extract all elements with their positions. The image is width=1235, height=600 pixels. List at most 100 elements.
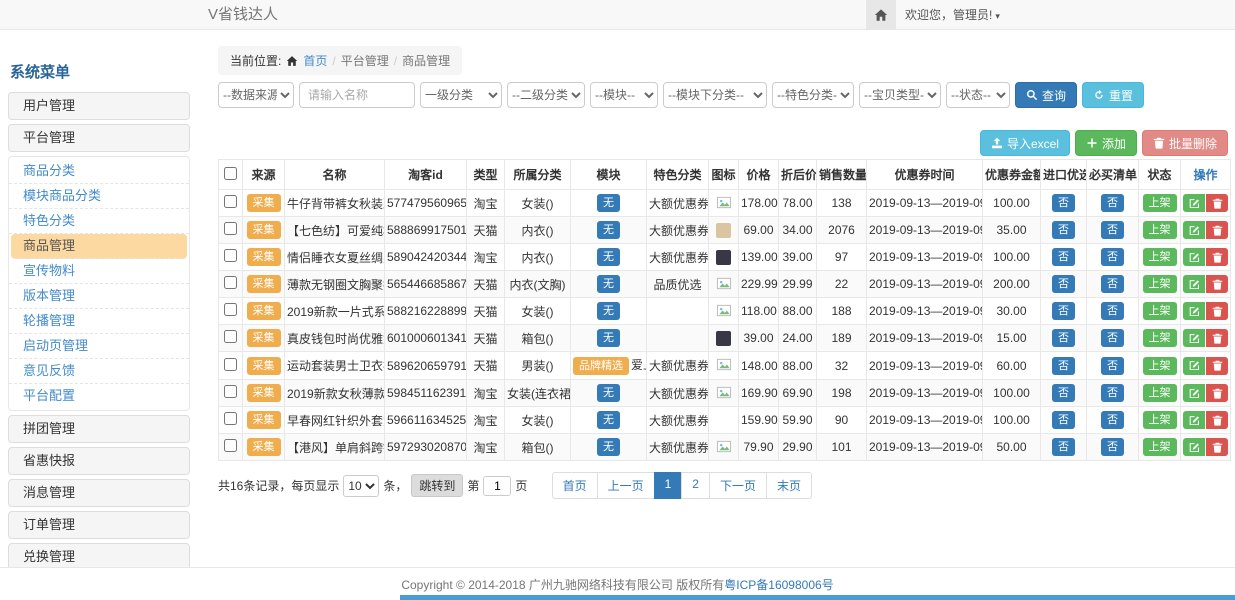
page-button[interactable]: 2 [681,472,710,499]
edit-button[interactable] [1183,302,1205,320]
status-button[interactable]: 上架 [1143,275,1177,293]
status-select[interactable]: --状态-- [946,82,1010,108]
page-button[interactable]: 上一页 [597,472,655,499]
import-toggle-badge[interactable]: 否 [1052,438,1075,456]
delete-button[interactable] [1206,221,1228,239]
must-buy-toggle-badge[interactable]: 否 [1101,221,1124,239]
item-type-select[interactable]: --宝贝类型-- [859,82,941,108]
sidebar-item[interactable]: 平台配置 [9,384,189,408]
row-checkbox[interactable] [224,358,237,371]
status-button[interactable]: 上架 [1143,221,1177,239]
edit-button[interactable] [1183,357,1205,375]
sidebar-item[interactable]: 订单管理 [8,511,190,539]
data-source-select[interactable]: --数据来源-- [218,82,294,108]
sidebar-item[interactable]: 消息管理 [8,479,190,507]
delete-button[interactable] [1206,248,1228,266]
sidebar-item[interactable]: 版本管理 [9,284,189,309]
search-button[interactable]: 查询 [1015,82,1077,108]
sidebar-item[interactable]: 轮播管理 [9,309,189,334]
jump-page-input[interactable] [483,476,511,496]
must-buy-toggle-badge[interactable]: 否 [1101,329,1124,347]
row-checkbox[interactable] [224,385,237,398]
add-button[interactable]: 添加 [1075,130,1137,156]
status-button[interactable]: 上架 [1143,194,1177,212]
sidebar-item[interactable]: 模块商品分类 [9,184,189,209]
page-button[interactable]: 末页 [766,472,812,499]
sidebar-item[interactable]: 意见反馈 [9,359,189,384]
must-buy-toggle-badge[interactable]: 否 [1101,275,1124,293]
import-toggle-badge[interactable]: 否 [1052,357,1075,375]
delete-button[interactable] [1206,194,1228,212]
edit-button[interactable] [1183,221,1205,239]
status-button[interactable]: 上架 [1143,302,1177,320]
level2-category-select[interactable]: --二级分类-- [507,82,585,108]
row-checkbox[interactable] [224,412,237,425]
select-all-checkbox[interactable] [224,167,237,180]
sidebar-item[interactable]: 宣传物料 [9,259,189,284]
per-page-select[interactable]: 10 [343,475,379,497]
batch-delete-button[interactable]: 批量删除 [1142,130,1228,156]
import-toggle-badge[interactable]: 否 [1052,411,1075,429]
page-button[interactable]: 1 [654,472,683,499]
row-checkbox[interactable] [224,439,237,452]
must-buy-toggle-badge[interactable]: 否 [1101,438,1124,456]
home-button[interactable] [866,0,896,29]
sidebar-item[interactable]: 拼团管理 [8,415,190,443]
sidebar-item[interactable]: 平台管理 [8,124,190,152]
import-toggle-badge[interactable]: 否 [1052,275,1075,293]
sidebar-item[interactable]: 兑换管理 [8,543,190,567]
status-button[interactable]: 上架 [1143,329,1177,347]
row-checkbox[interactable] [224,303,237,316]
edit-button[interactable] [1183,275,1205,293]
user-menu[interactable]: 欢迎您，管理员!▾ [905,0,1000,31]
sidebar-item[interactable]: 商品分类 [9,159,189,184]
row-checkbox[interactable] [224,249,237,262]
row-checkbox[interactable] [224,330,237,343]
must-buy-toggle-badge[interactable]: 否 [1101,302,1124,320]
edit-button[interactable] [1183,411,1205,429]
delete-button[interactable] [1206,329,1228,347]
status-button[interactable]: 上架 [1143,357,1177,375]
edit-button[interactable] [1183,438,1205,456]
import-toggle-badge[interactable]: 否 [1052,384,1075,402]
module-subcategory-select[interactable]: --模块下分类-- [663,82,767,108]
delete-button[interactable] [1206,302,1228,320]
reset-button[interactable]: 重置 [1082,82,1144,108]
sidebar-item[interactable]: 省惠快报 [8,447,190,475]
must-buy-toggle-badge[interactable]: 否 [1101,384,1124,402]
row-checkbox[interactable] [224,276,237,289]
sidebar-item[interactable]: 商品管理 [11,234,187,259]
must-buy-toggle-badge[interactable]: 否 [1101,357,1124,375]
delete-button[interactable] [1206,411,1228,429]
level1-category-select[interactable]: 一级分类 [420,82,502,108]
name-input[interactable] [299,82,415,108]
icp-link[interactable]: 粤ICP备16098006号 [724,576,833,593]
must-buy-toggle-badge[interactable]: 否 [1101,248,1124,266]
import-toggle-badge[interactable]: 否 [1052,248,1075,266]
import-toggle-badge[interactable]: 否 [1052,302,1075,320]
status-button[interactable]: 上架 [1143,248,1177,266]
delete-button[interactable] [1206,438,1228,456]
import-toggle-badge[interactable]: 否 [1052,194,1075,212]
import-excel-button[interactable]: 导入excel [980,130,1070,156]
must-buy-toggle-badge[interactable]: 否 [1101,194,1124,212]
status-button[interactable]: 上架 [1143,438,1177,456]
edit-button[interactable] [1183,194,1205,212]
sidebar-item[interactable]: 启动页管理 [9,334,189,359]
breadcrumb-home-link[interactable]: 首页 [303,52,327,69]
delete-button[interactable] [1206,357,1228,375]
row-checkbox[interactable] [224,195,237,208]
row-checkbox[interactable] [224,222,237,235]
import-toggle-badge[interactable]: 否 [1052,329,1075,347]
page-button[interactable]: 首页 [552,472,598,499]
module-select[interactable]: --模块-- [590,82,658,108]
edit-button[interactable] [1183,329,1205,347]
import-toggle-badge[interactable]: 否 [1052,221,1075,239]
status-button[interactable]: 上架 [1143,411,1177,429]
edit-button[interactable] [1183,384,1205,402]
sidebar-item[interactable]: 特色分类 [9,209,189,234]
edit-button[interactable] [1183,248,1205,266]
must-buy-toggle-badge[interactable]: 否 [1101,411,1124,429]
delete-button[interactable] [1206,275,1228,293]
status-button[interactable]: 上架 [1143,384,1177,402]
